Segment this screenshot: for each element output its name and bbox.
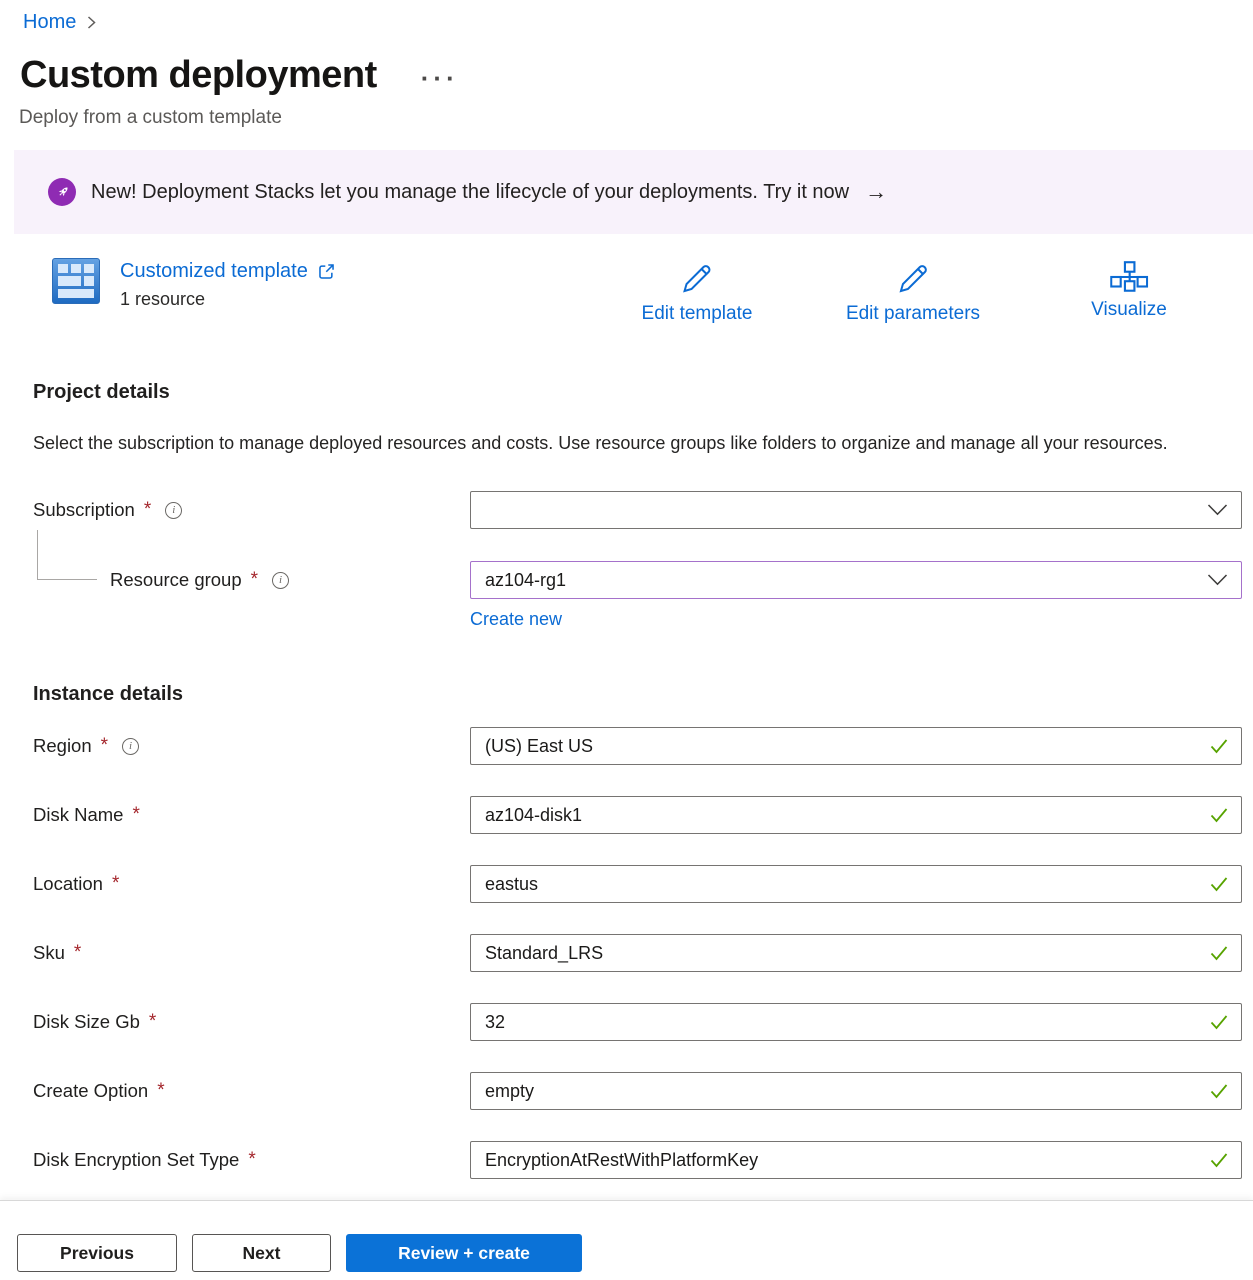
indent-connector-line bbox=[37, 530, 97, 580]
required-asterisk: * bbox=[112, 873, 119, 895]
required-asterisk: * bbox=[251, 569, 258, 591]
disk-name-row: Disk Name * bbox=[33, 796, 1242, 834]
chevron-down-icon bbox=[1207, 574, 1228, 586]
required-asterisk: * bbox=[248, 1149, 255, 1171]
disk-encryption-set-type-input[interactable] bbox=[470, 1141, 1242, 1179]
info-icon[interactable]: i bbox=[165, 502, 182, 519]
edit-template-label: Edit template bbox=[642, 303, 753, 325]
region-input[interactable] bbox=[470, 727, 1242, 765]
location-input[interactable] bbox=[470, 865, 1242, 903]
required-asterisk: * bbox=[144, 499, 151, 521]
create-option-row: Create Option * bbox=[33, 1072, 1242, 1110]
location-label: Location bbox=[33, 873, 103, 895]
location-row: Location * bbox=[33, 865, 1242, 903]
create-option-label: Create Option bbox=[33, 1080, 148, 1102]
template-icon bbox=[52, 258, 100, 304]
required-asterisk: * bbox=[149, 1011, 156, 1033]
customized-template-link[interactable]: Customized template bbox=[120, 258, 336, 284]
external-link-icon bbox=[317, 262, 336, 281]
page-subtitle: Deploy from a custom template bbox=[19, 106, 1253, 130]
template-summary: Customized template 1 resource Edit temp… bbox=[14, 258, 1253, 334]
create-new-link[interactable]: Create new bbox=[470, 608, 562, 630]
info-icon[interactable]: i bbox=[122, 738, 139, 755]
region-label: Region bbox=[33, 735, 92, 757]
pencil-icon bbox=[678, 260, 716, 298]
hierarchy-icon bbox=[1110, 260, 1148, 294]
edit-template-button[interactable]: Edit template bbox=[642, 260, 753, 325]
resource-group-dropdown[interactable]: az104-rg1 bbox=[470, 561, 1242, 599]
disk-size-row: Disk Size Gb * bbox=[33, 1003, 1242, 1041]
disk-name-label: Disk Name bbox=[33, 804, 123, 826]
more-options-button[interactable]: ··· bbox=[421, 59, 459, 91]
visualize-button[interactable]: Visualize bbox=[1091, 260, 1167, 321]
project-details-description: Select the subscription to manage deploy… bbox=[33, 428, 1183, 459]
custom-deployment-page: Home Custom deployment ··· Deploy from a… bbox=[0, 0, 1253, 1280]
instance-details-heading: Instance details bbox=[33, 682, 1253, 707]
visualize-label: Visualize bbox=[1091, 299, 1167, 321]
sku-label: Sku bbox=[33, 942, 65, 964]
subscription-row: Subscription * i bbox=[33, 491, 1242, 529]
resource-group-value: az104-rg1 bbox=[485, 570, 566, 591]
chevron-right-icon bbox=[86, 15, 97, 30]
disk-encryption-set-type-row: Disk Encryption Set Type * bbox=[33, 1141, 1242, 1179]
project-details-heading: Project details bbox=[33, 380, 1253, 405]
breadcrumb: Home bbox=[23, 9, 1253, 35]
resource-count: 1 resource bbox=[120, 289, 336, 310]
create-option-input[interactable] bbox=[470, 1072, 1242, 1110]
disk-name-input[interactable] bbox=[470, 796, 1242, 834]
required-asterisk: * bbox=[74, 942, 81, 964]
deployment-stacks-banner[interactable]: New! Deployment Stacks let you manage th… bbox=[14, 150, 1253, 234]
pencil-icon bbox=[894, 260, 932, 298]
page-title: Custom deployment bbox=[20, 51, 377, 99]
next-button[interactable]: Next bbox=[192, 1234, 331, 1272]
resource-group-row: Resource group * i az104-rg1 bbox=[33, 561, 1242, 599]
rocket-icon bbox=[48, 178, 76, 206]
review-create-button[interactable]: Review + create bbox=[346, 1234, 582, 1272]
subscription-label: Subscription bbox=[33, 499, 135, 521]
disk-size-label: Disk Size Gb bbox=[33, 1011, 140, 1033]
arrow-right-icon: → bbox=[865, 179, 887, 205]
sku-input[interactable] bbox=[470, 934, 1242, 972]
edit-parameters-label: Edit parameters bbox=[846, 303, 980, 325]
previous-button[interactable]: Previous bbox=[17, 1234, 177, 1272]
required-asterisk: * bbox=[101, 735, 108, 757]
required-asterisk: * bbox=[157, 1080, 164, 1102]
sku-row: Sku * bbox=[33, 934, 1242, 972]
info-icon[interactable]: i bbox=[272, 572, 289, 589]
chevron-down-icon bbox=[1207, 504, 1228, 516]
required-asterisk: * bbox=[132, 804, 139, 826]
footer-action-bar: Previous Next Review + create bbox=[0, 1200, 1253, 1280]
banner-text: New! Deployment Stacks let you manage th… bbox=[91, 181, 849, 204]
resource-group-label: Resource group bbox=[110, 569, 242, 591]
edit-parameters-button[interactable]: Edit parameters bbox=[846, 260, 980, 325]
region-row: Region * i bbox=[33, 727, 1242, 765]
title-row: Custom deployment ··· bbox=[20, 51, 1253, 99]
customized-template-label: Customized template bbox=[120, 258, 308, 284]
disk-encryption-set-type-label: Disk Encryption Set Type bbox=[33, 1149, 239, 1171]
breadcrumb-home-link[interactable]: Home bbox=[23, 9, 76, 35]
subscription-dropdown[interactable] bbox=[470, 491, 1242, 529]
disk-size-input[interactable] bbox=[470, 1003, 1242, 1041]
